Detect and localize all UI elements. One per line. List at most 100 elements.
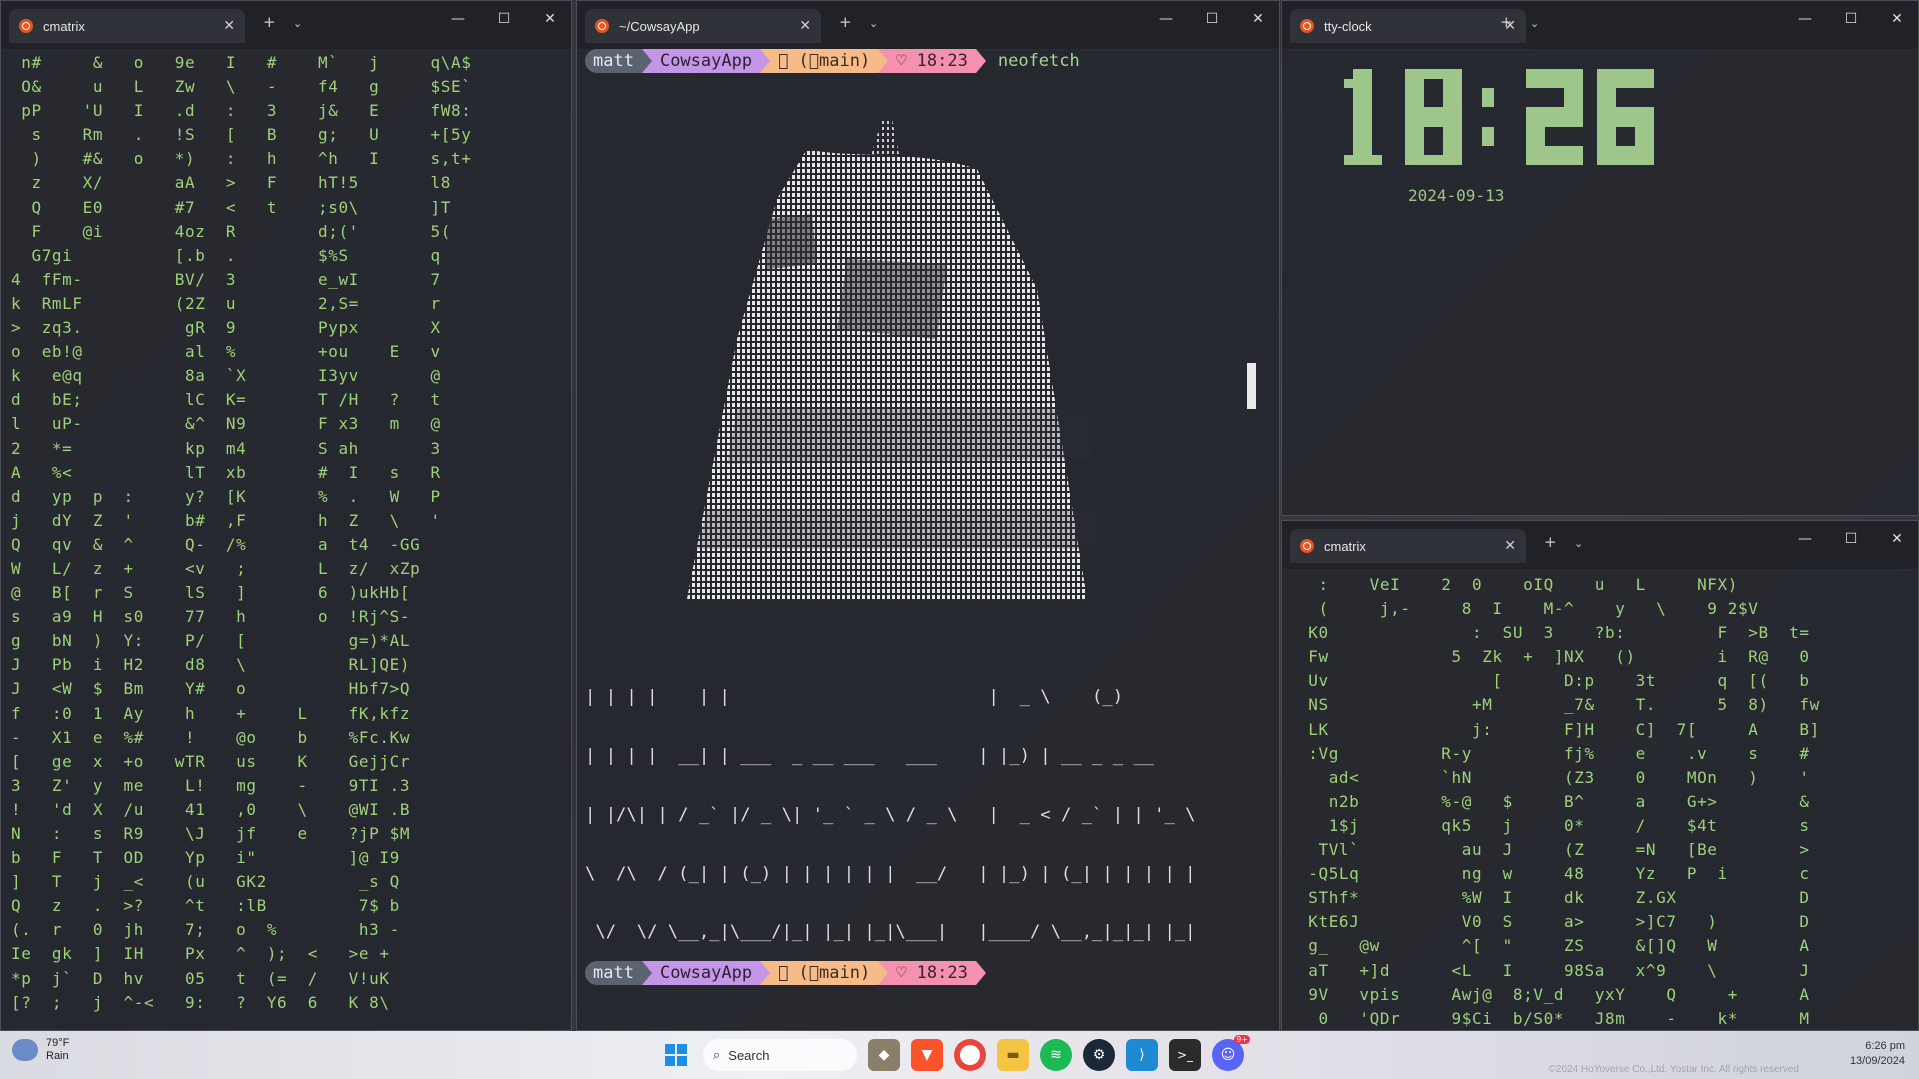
cloud-rain-icon bbox=[12, 1039, 38, 1061]
tab-dropdown-icon[interactable]: ⌄ bbox=[1530, 17, 1539, 30]
matrix-line: W L/ z + <v ; L z/ xZp bbox=[11, 558, 421, 578]
terminal-icon[interactable]: >_ bbox=[1169, 1039, 1201, 1071]
spotify-icon[interactable]: ≋ bbox=[1040, 1039, 1072, 1071]
new-tab-button[interactable]: + bbox=[1544, 533, 1557, 551]
notification-badge: 9+ bbox=[1234, 1035, 1250, 1044]
matrix-line: :Vg R-y fj% e .v s # bbox=[1298, 743, 1810, 763]
maximize-button[interactable]: ☐ bbox=[1828, 531, 1874, 547]
minimize-button[interactable]: — bbox=[1782, 11, 1828, 27]
matrix-line: aT +]d <L I 98Sa x^9 \ J bbox=[1298, 960, 1810, 980]
new-tab-button[interactable]: + bbox=[263, 13, 276, 31]
close-tab-icon[interactable]: ✕ bbox=[799, 18, 811, 34]
tab-tty-clock[interactable]: tty-clock ✕ bbox=[1290, 9, 1526, 43]
close-window-button[interactable]: ✕ bbox=[1874, 531, 1918, 547]
new-tab-button[interactable]: + bbox=[1500, 13, 1513, 31]
minimize-button[interactable]: — bbox=[1143, 11, 1189, 27]
minimize-button[interactable]: — bbox=[1782, 531, 1828, 547]
clock-colon bbox=[1476, 69, 1512, 165]
taskbar-icons: ⌕ Search ◆ ▼ ▬ ≋ ⚙ ⟩ >_ ☺ 9+ bbox=[660, 1035, 1250, 1071]
discord-icon[interactable]: ☺ 9+ bbox=[1212, 1035, 1250, 1071]
prompt-time: ♡ 18:23 bbox=[888, 49, 976, 73]
new-tab-button[interactable]: + bbox=[839, 13, 852, 31]
minimize-button[interactable]: — bbox=[435, 11, 481, 27]
matrix-line: ad< `hN (Z3 0 MOn ) ' bbox=[1298, 767, 1810, 787]
matrix-line: *p j` D hv 05 t (= / V!uK bbox=[11, 968, 390, 988]
typed-command: neofetch bbox=[982, 51, 1080, 71]
titlebar: cmatrix ✕ + ⌄ — ☐ ✕ bbox=[1282, 521, 1918, 570]
wallpaper-app-icon[interactable]: ◆ bbox=[868, 1039, 900, 1071]
matrix-line: Fw 5 Zk + ]NX () i R@ 0 bbox=[1298, 647, 1810, 667]
tab-dropdown-icon[interactable]: ⌄ bbox=[1574, 537, 1583, 550]
clock-digit bbox=[1526, 69, 1583, 165]
matrix-line: d bE; lC K= T /H ? t bbox=[11, 390, 441, 410]
brave-browser-icon[interactable]: ▼ bbox=[911, 1039, 943, 1071]
clock-digit bbox=[1334, 69, 1391, 165]
banner-line: | | | | __| | ___ _ __ ___ ___ | |_) | _… bbox=[585, 745, 1155, 766]
banner-line: \ /\ / (_| | (_) | | | | | | __/ | |_) |… bbox=[585, 863, 1196, 884]
cmatrix-window-right: cmatrix ✕ + ⌄ — ☐ ✕ : VeI 2 0 oIQ u L NF… bbox=[1281, 520, 1919, 1031]
matrix-line: > zq3. gR 9 Pypx X bbox=[11, 318, 441, 338]
matrix-line: ! 'd X /u 41 ,0 \ @WI .B bbox=[11, 799, 411, 819]
file-explorer-icon[interactable]: ▬ bbox=[997, 1039, 1029, 1071]
vscode-icon[interactable]: ⟩ bbox=[1126, 1039, 1158, 1071]
matrix-rain: n# & o 9e I # M` j q\A$ O& u L Zw \ - f4… bbox=[1, 49, 571, 1015]
terminal-content[interactable]: 2024-09-13 bbox=[1282, 49, 1918, 515]
chrome-icon[interactable] bbox=[954, 1039, 986, 1071]
close-window-button[interactable]: ✕ bbox=[1235, 11, 1279, 27]
close-window-button[interactable]: ✕ bbox=[527, 11, 571, 27]
clock-digit bbox=[1597, 69, 1654, 165]
matrix-line: (. r 0 jh 7; o % h3 - bbox=[11, 920, 400, 940]
matrix-line: d yp p : y? [K % . W P bbox=[11, 486, 441, 506]
maximize-button[interactable]: ☐ bbox=[1828, 11, 1874, 27]
ubuntu-icon bbox=[1300, 19, 1314, 33]
matrix-line: [? ; j ^-< 9: ? Y6 6 K 8\ bbox=[11, 992, 390, 1012]
terminal-content[interactable]: matt CowsayApp  (⬡main) ♡ 18:23 neofetc… bbox=[577, 49, 1279, 1030]
steam-icon[interactable]: ⚙ bbox=[1083, 1039, 1115, 1071]
tab-cowsayapp[interactable]: ~/CowsayApp ✕ bbox=[585, 9, 821, 43]
banner-line: \/ \/ \__,_|\___/|_| |_| |_|\___| |____/… bbox=[585, 922, 1196, 943]
matrix-line: f :0 1 Ay h + L fK,kfz bbox=[11, 703, 411, 723]
windows-start-icon[interactable] bbox=[660, 1039, 692, 1071]
clock-date: 2024-09-13 bbox=[1408, 186, 1505, 205]
maximize-button[interactable]: ☐ bbox=[481, 11, 527, 27]
taskbar-search[interactable]: ⌕ Search bbox=[703, 1039, 857, 1071]
matrix-line: Ie gk ] IH Px ^ ); < >e + bbox=[11, 944, 390, 964]
matrix-line: pP 'U I .d : 3 j& E fW8: bbox=[11, 101, 472, 121]
ascii-art-figure bbox=[687, 119, 1102, 599]
matrix-line: F @i 4oz R d;(' 5( bbox=[11, 221, 452, 241]
matrix-line: Q E0 #7 < t ;s0\ ]T bbox=[11, 197, 452, 217]
matrix-line: 1$j qk5 j 0* / $4t s bbox=[1298, 815, 1810, 835]
matrix-rain: : VeI 2 0 oIQ u L NFX) ( j,- 8 I M-^ y \… bbox=[1282, 569, 1918, 1030]
cowsay-terminal-window: ~/CowsayApp ✕ + ⌄ — ☐ ✕ matt CowsayApp … bbox=[576, 0, 1280, 1031]
matrix-line: b F T OD Yp i" ]@ I9 bbox=[11, 848, 400, 868]
matrix-line: n# & o 9e I # M` j q\A$ bbox=[11, 53, 472, 72]
tab-title: cmatrix bbox=[1324, 538, 1366, 554]
matrix-line: 2 *= kp m4 S ah 3 bbox=[11, 438, 441, 458]
wallpaper-credit: ©2024 HoYoverse Co.,Ltd. Yostar Inc. All… bbox=[1548, 1064, 1799, 1075]
matrix-line: TVl` au J (Z =N [Be > bbox=[1298, 840, 1810, 860]
prompt-git-branch:  (⬡main) bbox=[770, 961, 879, 985]
terminal-content[interactable]: n# & o 9e I # M` j q\A$ O& u L Zw \ - f4… bbox=[1, 49, 571, 1030]
ubuntu-icon bbox=[1300, 539, 1314, 553]
matrix-line: SThf* %W I dk Z.GX D bbox=[1298, 888, 1810, 908]
titlebar: cmatrix ✕ + ⌄ — ☐ ✕ bbox=[1, 1, 571, 50]
matrix-line: j dY Z ' b# ,F h Z \ ' bbox=[11, 510, 441, 530]
maximize-button[interactable]: ☐ bbox=[1189, 11, 1235, 27]
close-window-button[interactable]: ✕ bbox=[1874, 11, 1918, 27]
matrix-line: k e@q 8a `X I3yv @ bbox=[11, 366, 441, 386]
tab-cmatrix[interactable]: cmatrix ✕ bbox=[9, 9, 245, 43]
close-tab-icon[interactable]: ✕ bbox=[223, 18, 235, 34]
matrix-line: Q z . >? ^t :lB 7$ b bbox=[11, 896, 400, 916]
clock-digit bbox=[1405, 69, 1462, 165]
tab-dropdown-icon[interactable]: ⌄ bbox=[869, 17, 878, 30]
terminal-content[interactable]: : VeI 2 0 oIQ u L NFX) ( j,- 8 I M-^ y \… bbox=[1282, 569, 1918, 1030]
shell-prompt: matt CowsayApp  (⬡main) ♡ 18:23 neofetc… bbox=[585, 49, 1080, 73]
system-tray-clock[interactable]: 6:26 pm 13/09/2024 bbox=[1850, 1039, 1905, 1069]
close-tab-icon[interactable]: ✕ bbox=[1504, 538, 1516, 554]
tab-cmatrix[interactable]: cmatrix ✕ bbox=[1290, 529, 1526, 563]
tab-dropdown-icon[interactable]: ⌄ bbox=[293, 17, 302, 30]
matrix-line: g bN ) Y: P/ [ g=)*AL bbox=[11, 631, 411, 651]
weather-widget[interactable]: 79°F Rain bbox=[12, 1037, 69, 1063]
search-icon: ⌕ bbox=[713, 1047, 721, 1062]
ascii-banner: | | | | | | | _ \ (_) | | | | __| | ___ … bbox=[585, 649, 1196, 982]
